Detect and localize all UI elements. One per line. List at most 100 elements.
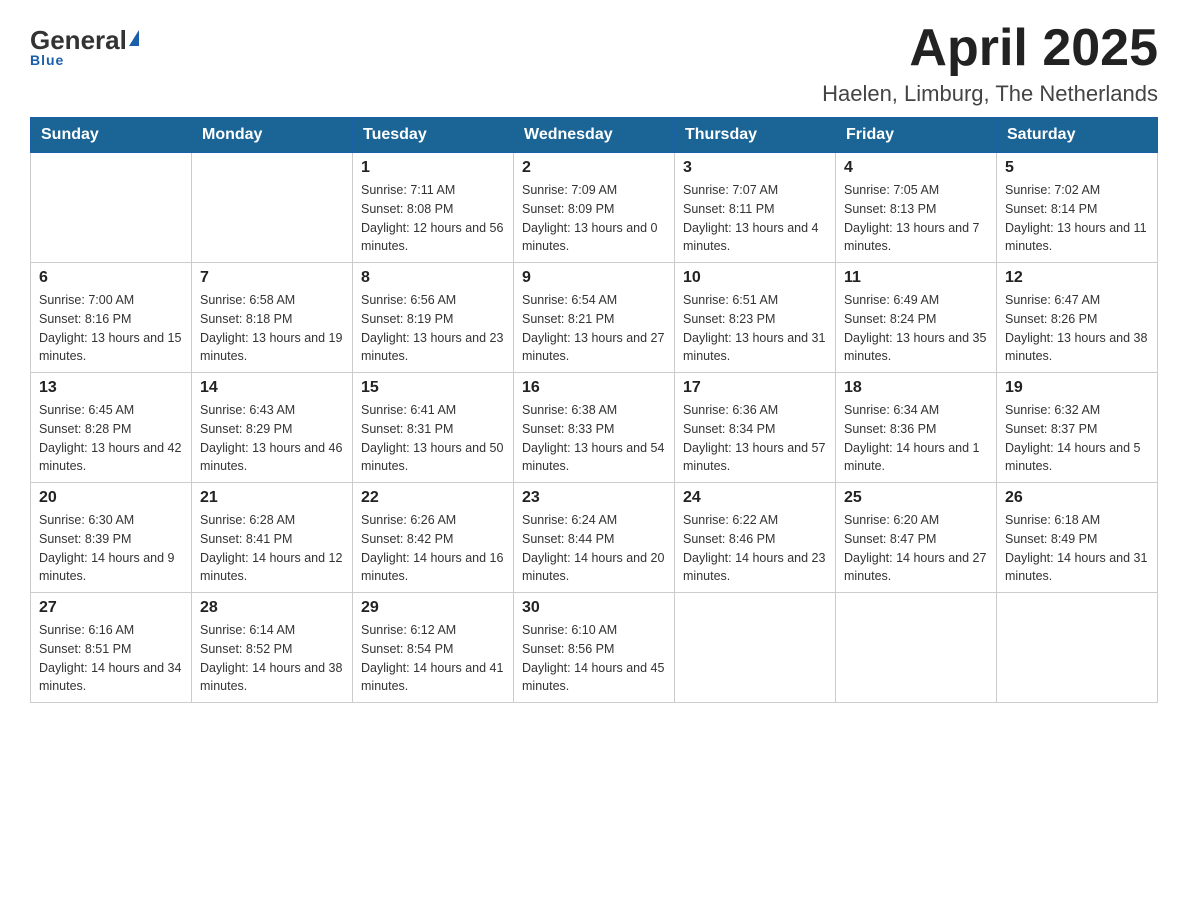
logo: General Blue <box>30 25 139 68</box>
calendar-table: SundayMondayTuesdayWednesdayThursdayFrid… <box>30 117 1158 703</box>
day-info: Sunrise: 6:18 AMSunset: 8:49 PMDaylight:… <box>1005 511 1149 586</box>
day-number: 5 <box>1005 159 1149 177</box>
weekday-header-tuesday: Tuesday <box>353 118 514 153</box>
calendar-cell: 18 Sunrise: 6:34 AMSunset: 8:36 PMDayligh… <box>836 373 997 483</box>
calendar-cell: 25 Sunrise: 6:20 AMSunset: 8:47 PMDayligh… <box>836 483 997 593</box>
day-number: 29 <box>361 599 505 617</box>
day-info: Sunrise: 6:49 AMSunset: 8:24 PMDaylight:… <box>844 291 988 366</box>
day-number: 16 <box>522 379 666 397</box>
calendar-cell: 9 Sunrise: 6:54 AMSunset: 8:21 PMDaylight… <box>514 263 675 373</box>
day-number: 21 <box>200 489 344 507</box>
day-info: Sunrise: 6:45 AMSunset: 8:28 PMDaylight:… <box>39 401 183 476</box>
day-number: 20 <box>39 489 183 507</box>
day-number: 12 <box>1005 269 1149 287</box>
day-info: Sunrise: 6:54 AMSunset: 8:21 PMDaylight:… <box>522 291 666 366</box>
day-info: Sunrise: 6:58 AMSunset: 8:18 PMDaylight:… <box>200 291 344 366</box>
calendar-cell: 2 Sunrise: 7:09 AMSunset: 8:09 PMDaylight… <box>514 153 675 263</box>
calendar-cell: 19Sunrise: 6:32 AMSunset: 8:37 PMDayligh… <box>997 373 1158 483</box>
weekday-header-thursday: Thursday <box>675 118 836 153</box>
day-info: Sunrise: 6:47 AMSunset: 8:26 PMDaylight:… <box>1005 291 1149 366</box>
day-number: 19 <box>1005 379 1149 397</box>
calendar-cell: 29 Sunrise: 6:12 AMSunset: 8:54 PMDayligh… <box>353 593 514 703</box>
calendar-cell <box>836 593 997 703</box>
day-info: Sunrise: 6:41 AMSunset: 8:31 PMDaylight:… <box>361 401 505 476</box>
day-info: Sunrise: 7:11 AMSunset: 8:08 PMDaylight:… <box>361 181 505 256</box>
day-info: Sunrise: 6:34 AMSunset: 8:36 PMDaylight:… <box>844 401 988 476</box>
calendar-cell: 1 Sunrise: 7:11 AMSunset: 8:08 PMDaylight… <box>353 153 514 263</box>
day-info: Sunrise: 6:12 AMSunset: 8:54 PMDaylight:… <box>361 621 505 696</box>
day-info: Sunrise: 6:16 AMSunset: 8:51 PMDaylight:… <box>39 621 183 696</box>
day-info: Sunrise: 6:30 AMSunset: 8:39 PMDaylight:… <box>39 511 183 586</box>
day-number: 4 <box>844 159 988 177</box>
day-info: Sunrise: 6:22 AMSunset: 8:46 PMDaylight:… <box>683 511 827 586</box>
calendar-week-row: 13Sunrise: 6:45 AMSunset: 8:28 PMDayligh… <box>31 373 1158 483</box>
weekday-header-friday: Friday <box>836 118 997 153</box>
day-info: Sunrise: 7:05 AMSunset: 8:13 PMDaylight:… <box>844 181 988 256</box>
day-info: Sunrise: 7:07 AMSunset: 8:11 PMDaylight:… <box>683 181 827 256</box>
weekday-header-wednesday: Wednesday <box>514 118 675 153</box>
day-info: Sunrise: 6:10 AMSunset: 8:56 PMDaylight:… <box>522 621 666 696</box>
day-info: Sunrise: 6:26 AMSunset: 8:42 PMDaylight:… <box>361 511 505 586</box>
day-number: 2 <box>522 159 666 177</box>
day-number: 8 <box>361 269 505 287</box>
day-info: Sunrise: 7:00 AMSunset: 8:16 PMDaylight:… <box>39 291 183 366</box>
logo-triangle-icon <box>129 30 139 46</box>
calendar-cell <box>31 153 192 263</box>
calendar-cell: 15 Sunrise: 6:41 AMSunset: 8:31 PMDayligh… <box>353 373 514 483</box>
calendar-cell: 27 Sunrise: 6:16 AMSunset: 8:51 PMDayligh… <box>31 593 192 703</box>
calendar-title: April 2025 <box>822 20 1158 77</box>
day-number: 15 <box>361 379 505 397</box>
page-header: General Blue April 2025 Haelen, Limburg,… <box>30 20 1158 107</box>
calendar-cell <box>675 593 836 703</box>
calendar-cell: 21 Sunrise: 6:28 AMSunset: 8:41 PMDayligh… <box>192 483 353 593</box>
day-number: 22 <box>361 489 505 507</box>
calendar-cell: 12 Sunrise: 6:47 AMSunset: 8:26 PMDayligh… <box>997 263 1158 373</box>
calendar-cell: 4 Sunrise: 7:05 AMSunset: 8:13 PMDaylight… <box>836 153 997 263</box>
calendar-cell: 10Sunrise: 6:51 AMSunset: 8:23 PMDayligh… <box>675 263 836 373</box>
calendar-cell: 11Sunrise: 6:49 AMSunset: 8:24 PMDayligh… <box>836 263 997 373</box>
calendar-week-row: 1 Sunrise: 7:11 AMSunset: 8:08 PMDaylight… <box>31 153 1158 263</box>
calendar-week-row: 20 Sunrise: 6:30 AMSunset: 8:39 PMDayligh… <box>31 483 1158 593</box>
calendar-cell: 5Sunrise: 7:02 AMSunset: 8:14 PMDaylight… <box>997 153 1158 263</box>
day-number: 9 <box>522 269 666 287</box>
day-info: Sunrise: 6:28 AMSunset: 8:41 PMDaylight:… <box>200 511 344 586</box>
day-number: 17 <box>683 379 827 397</box>
calendar-cell <box>997 593 1158 703</box>
calendar-cell: 14 Sunrise: 6:43 AMSunset: 8:29 PMDayligh… <box>192 373 353 483</box>
day-number: 28 <box>200 599 344 617</box>
weekday-header-sunday: Sunday <box>31 118 192 153</box>
calendar-cell: 26 Sunrise: 6:18 AMSunset: 8:49 PMDayligh… <box>997 483 1158 593</box>
day-number: 14 <box>200 379 344 397</box>
day-number: 26 <box>1005 489 1149 507</box>
day-number: 24 <box>683 489 827 507</box>
calendar-cell: 22 Sunrise: 6:26 AMSunset: 8:42 PMDayligh… <box>353 483 514 593</box>
day-number: 10 <box>683 269 827 287</box>
day-number: 25 <box>844 489 988 507</box>
calendar-cell: 16 Sunrise: 6:38 AMSunset: 8:33 PMDayligh… <box>514 373 675 483</box>
calendar-cell: 17Sunrise: 6:36 AMSunset: 8:34 PMDayligh… <box>675 373 836 483</box>
day-number: 27 <box>39 599 183 617</box>
day-info: Sunrise: 6:43 AMSunset: 8:29 PMDaylight:… <box>200 401 344 476</box>
calendar-header-row: SundayMondayTuesdayWednesdayThursdayFrid… <box>31 118 1158 153</box>
weekday-header-saturday: Saturday <box>997 118 1158 153</box>
day-number: 30 <box>522 599 666 617</box>
calendar-cell: 23Sunrise: 6:24 AMSunset: 8:44 PMDayligh… <box>514 483 675 593</box>
calendar-cell: 28Sunrise: 6:14 AMSunset: 8:52 PMDayligh… <box>192 593 353 703</box>
day-info: Sunrise: 6:56 AMSunset: 8:19 PMDaylight:… <box>361 291 505 366</box>
calendar-cell: 13Sunrise: 6:45 AMSunset: 8:28 PMDayligh… <box>31 373 192 483</box>
day-info: Sunrise: 6:20 AMSunset: 8:47 PMDaylight:… <box>844 511 988 586</box>
day-number: 1 <box>361 159 505 177</box>
calendar-cell: 7 Sunrise: 6:58 AMSunset: 8:18 PMDaylight… <box>192 263 353 373</box>
calendar-cell: 30 Sunrise: 6:10 AMSunset: 8:56 PMDayligh… <box>514 593 675 703</box>
day-number: 7 <box>200 269 344 287</box>
calendar-week-row: 6Sunrise: 7:00 AMSunset: 8:16 PMDaylight… <box>31 263 1158 373</box>
calendar-cell: 6Sunrise: 7:00 AMSunset: 8:16 PMDaylight… <box>31 263 192 373</box>
calendar-subtitle: Haelen, Limburg, The Netherlands <box>822 81 1158 107</box>
calendar-cell: 3Sunrise: 7:07 AMSunset: 8:11 PMDaylight… <box>675 153 836 263</box>
day-number: 18 <box>844 379 988 397</box>
day-info: Sunrise: 7:09 AMSunset: 8:09 PMDaylight:… <box>522 181 666 256</box>
weekday-header-monday: Monday <box>192 118 353 153</box>
day-info: Sunrise: 6:38 AMSunset: 8:33 PMDaylight:… <box>522 401 666 476</box>
title-block: April 2025 Haelen, Limburg, The Netherla… <box>822 20 1158 107</box>
calendar-cell: 20 Sunrise: 6:30 AMSunset: 8:39 PMDayligh… <box>31 483 192 593</box>
